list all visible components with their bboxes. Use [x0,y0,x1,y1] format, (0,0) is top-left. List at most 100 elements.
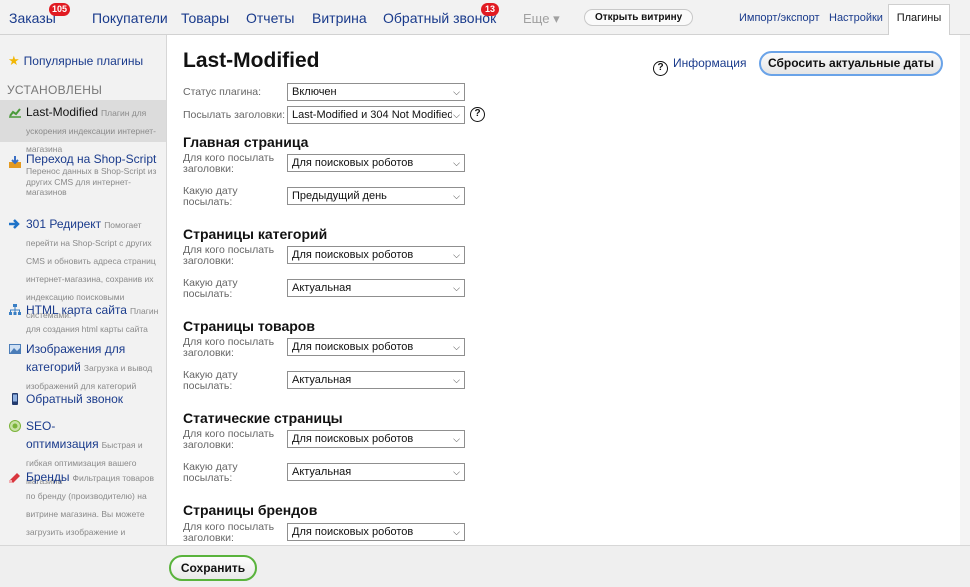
nav-products[interactable]: Товары [181,10,229,26]
categories-date-select[interactable]: Актуальная ⌵ [287,279,465,297]
static-who-label: Для кого посылать заголовки: [183,428,275,451]
chevron-down-icon: ⌵ [453,283,460,293]
categories-date-value: Актуальная [292,282,352,294]
help-icon[interactable]: ? [470,107,485,122]
chart-icon [9,108,21,118]
home-date-select[interactable]: Предыдущий день ⌵ [287,187,465,205]
products-date-value: Актуальная [292,374,352,386]
plugin-name: Last-Modified [26,105,99,119]
page-scrollbar[interactable] [960,35,970,545]
section-home-title: Главная страница [183,134,309,150]
brands-who-label: Для кого посылать заголовки: [183,521,275,544]
home-who-select[interactable]: Для поисковых роботов ⌵ [287,154,465,172]
send-headers-select[interactable]: Last-Modified и 304 Not Modified ⌵ [287,106,465,124]
products-who-select[interactable]: Для поисковых роботов ⌵ [287,338,465,356]
sidebar-item-last-modified[interactable]: Last-Modified Плагин для ускорения индекс… [0,100,166,154]
section-static-title: Статические страницы [183,410,343,426]
chevron-down-icon: ⌵ [453,467,460,477]
categories-who-row: Для кого посылать заголовки: Для поисков… [183,244,943,268]
phone-icon [12,393,18,405]
orders-count-badge: 105 [49,3,71,16]
plugin-name: HTML карта сайта [26,303,127,317]
import-icon [9,156,21,168]
categories-who-select[interactable]: Для поисковых роботов ⌵ [287,246,465,264]
chevron-down-icon: ⌵ [453,87,460,97]
installed-heading: УСТАНОВЛЕНЫ [7,83,103,97]
static-who-select[interactable]: Для поисковых роботов ⌵ [287,430,465,448]
chevron-down-icon: ⌵ [453,375,460,385]
static-date-row: Какую дату посылать: Актуальная ⌵ [183,461,943,485]
plugin-status-row: Статус плагина: Включен ⌵ [183,81,943,105]
home-date-value: Предыдущий день [292,190,387,202]
plugin-name: Переход на Shop-Script [26,152,157,166]
sidebar-item-shop-script-migration[interactable]: Переход на Shop-Script Перенос данных в … [0,150,166,201]
nav-reports[interactable]: Отчеты [246,10,294,26]
home-who-label: Для кого посылать заголовки: [183,152,275,175]
question-icon: ? [653,61,668,76]
nav-callback[interactable]: Обратный звонок 13 [383,3,499,26]
chevron-down-icon: ⌵ [453,191,460,201]
save-button[interactable]: Сохранить [169,555,257,581]
plugin-status-select[interactable]: Включен ⌵ [287,83,465,101]
products-who-label: Для кого посылать заголовки: [183,336,275,359]
tab-plugins[interactable]: Плагины [888,4,950,36]
sidebar-item-brands[interactable]: Бренды Фильтрация товаров по бренду (прои… [0,465,166,545]
static-who-row: Для кого посылать заголовки: Для поисков… [183,428,943,452]
static-date-value: Актуальная [292,466,352,478]
send-headers-label: Посылать заголовки: [183,109,286,121]
brands-who-row: Для кого посылать заголовки: Для поисков… [183,521,943,545]
chevron-down-icon: ⌵ [453,527,460,537]
static-date-label: Какую дату посылать: [183,461,238,484]
info-link[interactable]: ? Информация [653,56,746,76]
nav-more-dropdown[interactable]: Еще ▾ [523,11,560,27]
home-date-label: Какую дату посылать: [183,185,238,208]
categories-who-label: Для кого посылать заголовки: [183,244,275,267]
plugin-name: 301 Редирект [26,217,102,231]
static-date-select[interactable]: Актуальная ⌵ [287,463,465,481]
chevron-down-icon: ⌵ [453,158,460,168]
home-who-row: Для кого посылать заголовки: Для поисков… [183,152,943,176]
plugin-desc: Перенос данных в Shop-Script из других C… [26,166,157,197]
nav-import-export[interactable]: Импорт/экспорт [739,12,820,24]
nav-settings[interactable]: Настройки [829,12,883,24]
plugin-status-value: Включен [292,86,337,98]
products-who-row: Для кого посылать заголовки: Для поисков… [183,336,943,360]
nav-orders[interactable]: Заказы 105 [9,3,71,26]
popular-plugins-label: Популярные плагины [23,54,144,68]
plugin-name: SEO-оптимизация [26,419,99,451]
section-brands-title: Страницы брендов [183,502,318,518]
nav-callback-label: Обратный звонок [383,10,497,26]
products-date-select[interactable]: Актуальная ⌵ [287,371,465,389]
nav-storefront[interactable]: Витрина [312,10,367,26]
section-categories-title: Страницы категорий [183,226,328,242]
categories-date-label: Какую дату посылать: [183,277,238,300]
star-icon: ★ [8,53,20,68]
categories-who-value: Для поисковых роботов [292,249,414,261]
sidebar-item-popular-plugins[interactable]: ★ Популярные плагины [8,53,143,69]
home-who-value: Для поисковых роботов [292,157,414,169]
top-navigation: Заказы 105 Покупатели Товары Отчеты Витр… [0,0,970,36]
categories-date-row: Какую дату посылать: Актуальная ⌵ [183,277,943,301]
sidebar-item-callback[interactable]: Обратный звонок [0,387,166,411]
home-date-row: Какую дату посылать: Предыдущий день ⌵ [183,185,943,209]
plugin-name: Бренды [26,470,70,484]
plugin-settings-panel: Last-Modified ? Информация Сбросить актуа… [167,35,960,545]
sidebar-item-html-sitemap[interactable]: HTML карта сайта Плагин для создания html… [0,298,166,340]
products-date-row: Какую дату посылать: Актуальная ⌵ [183,369,943,393]
products-date-label: Какую дату посылать: [183,369,238,392]
plugin-name: Обратный звонок [26,392,124,406]
open-storefront-button[interactable]: Открыть витрину [584,9,694,26]
chevron-down-icon: ⌵ [453,342,460,352]
brand-tag-icon [9,473,20,483]
reset-dates-button[interactable]: Сбросить актуальные даты [759,51,943,76]
nav-customers[interactable]: Покупатели [92,10,168,26]
chevron-down-icon: ⌵ [453,250,460,260]
send-headers-row: Посылать заголовки: Last-Modified и 304 … [183,104,943,128]
brands-who-value: Для поисковых роботов [292,526,414,538]
page-title: Last-Modified [183,49,320,72]
callback-count-badge: 13 [481,3,499,16]
static-who-value: Для поисковых роботов [292,433,414,445]
chevron-down-icon: ⌵ [453,434,460,444]
brands-who-select[interactable]: Для поисковых роботов ⌵ [287,523,465,541]
sitemap-icon [9,304,21,315]
